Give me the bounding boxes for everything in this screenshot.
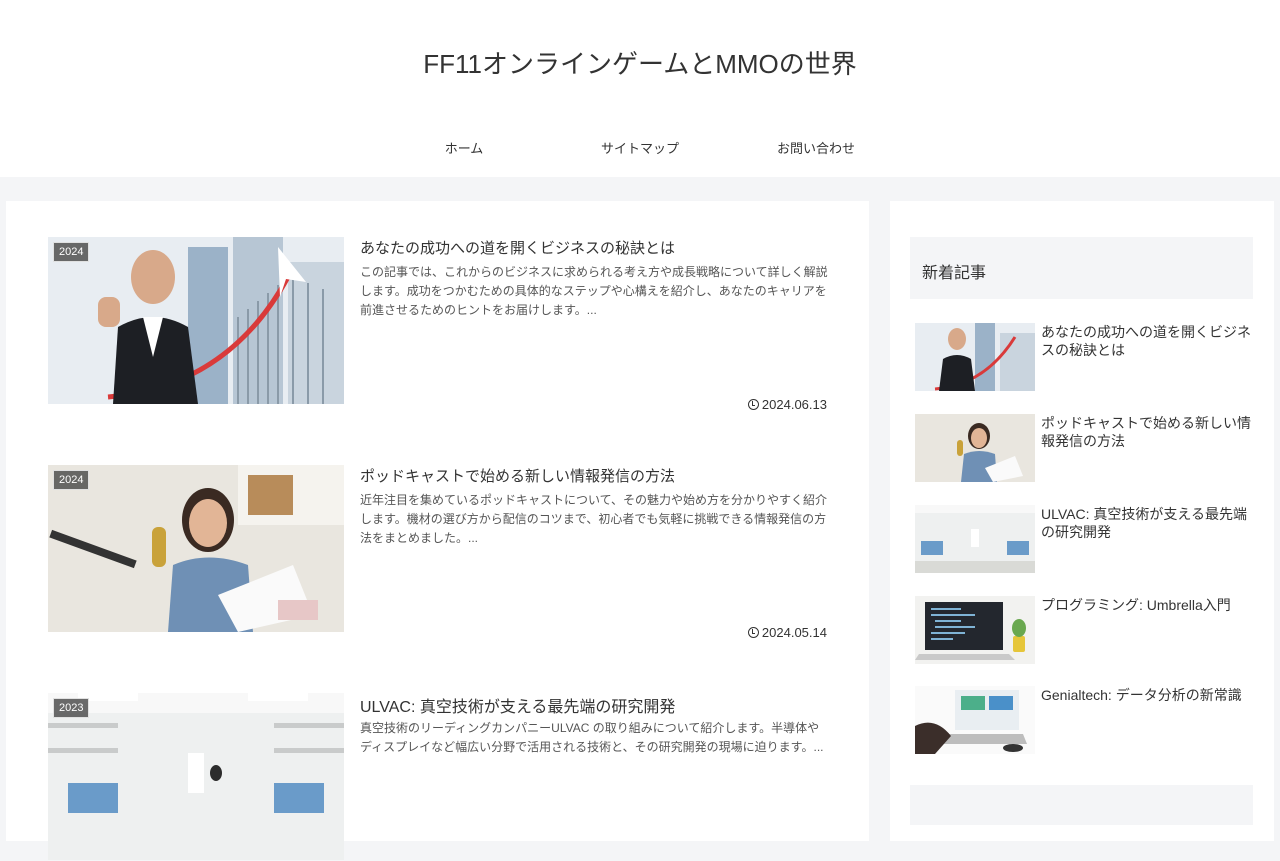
post-card[interactable]: 2024 ポッドキャストで始める新しい情報発信の方法 近年注目を集めているポッド… (48, 465, 833, 640)
category-badge[interactable]: 2024 (53, 470, 90, 490)
clock-icon (747, 627, 759, 638)
sidebar-post-thumbnail[interactable] (915, 323, 1035, 391)
post-excerpt: 近年注目を集めているポッドキャストについて、その魅力や始め方を分かりやすく紹介し… (360, 493, 828, 545)
sidebar-post-title[interactable]: ポッドキャストで始める新しい情報発信の方法 (1041, 414, 1255, 450)
post-date-text: 2024.05.14 (761, 625, 827, 640)
sidebar-post-title[interactable]: ULVAC: 真空技術が支える最先端の研究開発 (1041, 505, 1255, 541)
global-nav: ホーム サイトマップ お問い合わせ (0, 138, 1280, 157)
site-header: FF11オンラインゲームとMMOの世界 ホーム サイトマップ お問い合わせ (0, 0, 1280, 177)
nav-item-sitemap[interactable]: サイトマップ (552, 138, 728, 157)
sidebar-post-title[interactable]: プログラミング: Umbrella入門 (1041, 596, 1255, 614)
sidebar-post-thumbnail[interactable] (915, 414, 1035, 482)
sidebar-post-title[interactable]: Genialtech: データ分析の新常識 (1041, 686, 1255, 704)
post-date: 2024.05.14 (747, 625, 827, 640)
post-thumbnail[interactable]: 2023 (48, 693, 344, 860)
widget-title: 新着記事 (922, 265, 987, 282)
category-badge[interactable]: 2024 (53, 242, 90, 262)
widget-header (910, 785, 1253, 825)
sidebar-post-thumbnail[interactable] (915, 505, 1035, 573)
post-date: 2024.06.13 (747, 397, 827, 412)
post-list: 2024 あなたの成功への道を開くビジネスの秘訣とは この記事では、これからのビ… (6, 201, 869, 860)
site-title[interactable]: FF11オンラインゲームとMMOの世界 (0, 44, 1280, 81)
nav-item-contact[interactable]: お問い合わせ (728, 138, 904, 157)
widget-header: 新着記事 (910, 237, 1253, 299)
post-card[interactable]: 2024 あなたの成功への道を開くビジネスの秘訣とは この記事では、これからのビ… (48, 237, 833, 412)
post-thumbnail[interactable]: 2024 (48, 465, 344, 632)
category-badge[interactable]: 2023 (53, 698, 90, 718)
post-title[interactable]: あなたの成功への道を開くビジネスの秘訣とは (360, 237, 675, 258)
post-title[interactable]: ポッドキャストで始める新しい情報発信の方法 (360, 465, 675, 486)
sidebar-post-item[interactable]: あなたの成功への道を開くビジネスの秘訣とは (915, 323, 1255, 391)
nav-item-home[interactable]: ホーム (376, 138, 552, 157)
sidebar: 新着記事 あなたの成功への道を開くビジネスの秘訣とは ポッドキャストで始める新し… (890, 201, 1274, 841)
post-date-text: 2024.06.13 (761, 397, 827, 412)
post-excerpt: 真空技術のリーディングカンパニーULVAC の取り組みについて紹介します。半導体… (360, 721, 824, 754)
clock-icon (747, 399, 759, 410)
post-excerpt: この記事では、これからのビジネスに求められる考え方や成長戦略について詳しく解説し… (360, 265, 828, 317)
sidebar-post-item[interactable]: プログラミング: Umbrella入門 (915, 596, 1255, 664)
sidebar-post-title[interactable]: あなたの成功への道を開くビジネスの秘訣とは (1041, 323, 1255, 359)
sidebar-post-item[interactable]: ULVAC: 真空技術が支える最先端の研究開発 (915, 505, 1255, 573)
post-title[interactable]: ULVAC: 真空技術が支える最先端の研究開発 (360, 693, 675, 717)
post-card[interactable]: 2023 ULVAC: 真空技術が支える最先端の研究開発 真空技術のリーディング… (48, 693, 833, 861)
sidebar-post-thumbnail[interactable] (915, 686, 1035, 754)
sidebar-post-item[interactable]: Genialtech: データ分析の新常識 (915, 686, 1255, 754)
post-thumbnail[interactable]: 2024 (48, 237, 344, 404)
sidebar-post-thumbnail[interactable] (915, 596, 1035, 664)
sidebar-post-item[interactable]: ポッドキャストで始める新しい情報発信の方法 (915, 414, 1255, 482)
